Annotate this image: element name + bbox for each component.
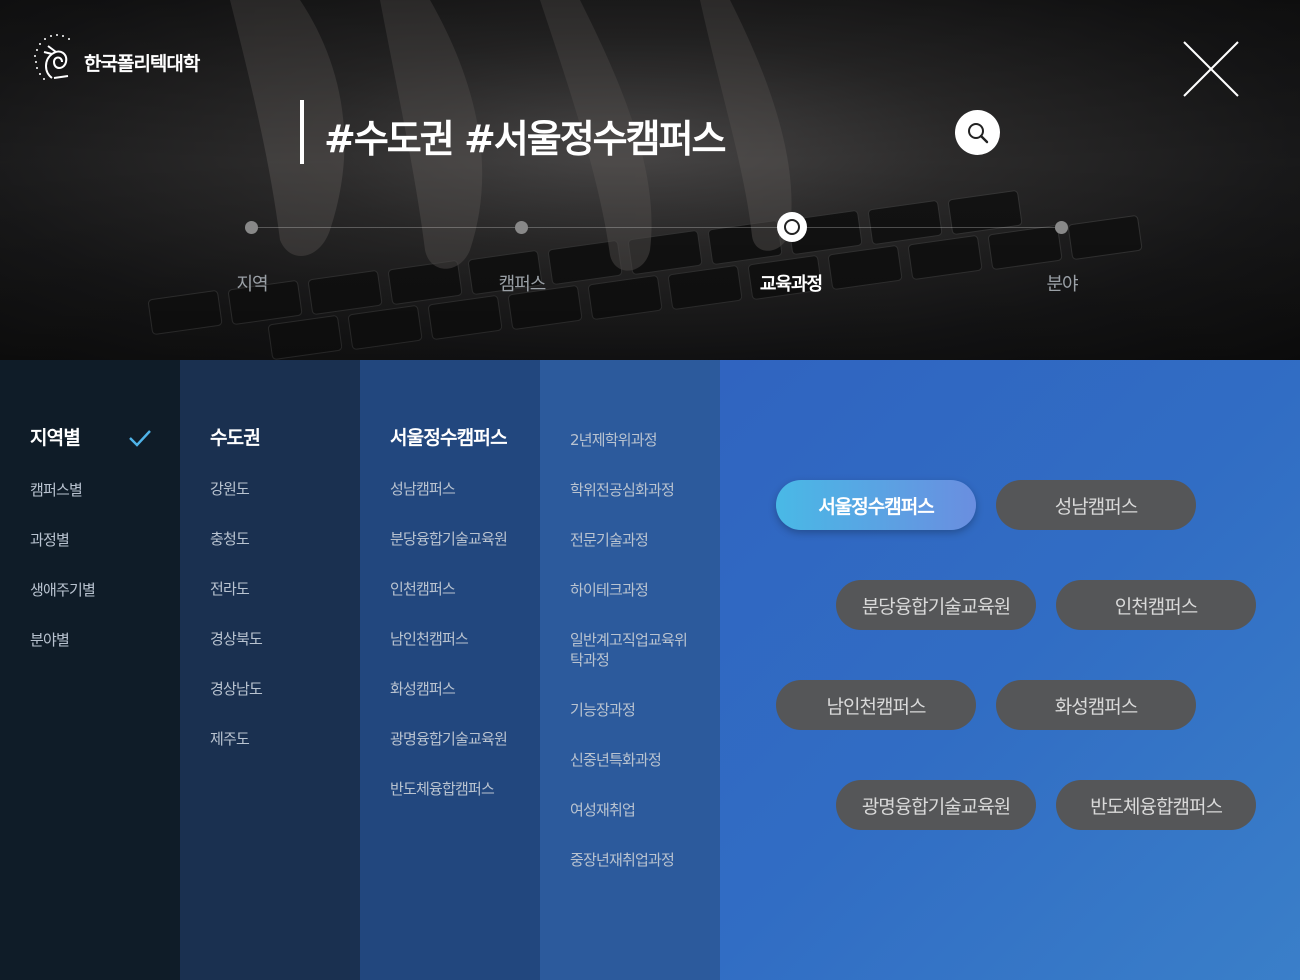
campus-chip[interactable]: 반도체융합캠퍼스 [1056,780,1256,830]
program-column: 2년제학위과정 학위전공심화과정 전문기술과정 하이테크과정 일반계고직업교육위… [540,360,720,980]
region-column: 수도권 강원도 충청도 전라도 경상북도 경상남도 제주도 [180,360,360,980]
search-bar[interactable]: #수도권 #서울정수캠퍼스 [300,100,1000,164]
campus-item[interactable]: 서울정수캠퍼스 [390,428,508,448]
campus-chip[interactable]: 광명융합기술교육원 [836,780,1036,830]
region-item[interactable]: 전라도 [210,579,262,599]
brand-logo[interactable]: 한국폴리텍대학 [30,32,200,84]
step-label-program[interactable]: 교육과정 [731,270,851,296]
category-item-program[interactable]: 과정별 [30,530,95,550]
program-item[interactable]: 기능장과정 [570,700,695,720]
search-query-text[interactable]: #수도권 #서울정수캠퍼스 [324,108,727,163]
region-item[interactable]: 제주도 [210,729,262,749]
category-item-region[interactable]: 지역별 [30,427,151,449]
campus-chip[interactable]: 성남캠퍼스 [996,480,1196,530]
campus-item[interactable]: 성남캠퍼스 [390,479,507,499]
campus-chip-active[interactable]: 서울정수캠퍼스 [776,480,976,530]
step-label-campus[interactable]: 캠퍼스 [462,270,582,296]
step-dot-program[interactable] [777,212,807,242]
campus-item[interactable]: 화성캠퍼스 [390,679,507,699]
campus-item[interactable]: 반도체융합캠퍼스 [390,779,507,799]
region-item[interactable]: 경상남도 [210,679,263,699]
category-item-lifecycle[interactable]: 생애주기별 [30,580,96,600]
step-dot-field[interactable] [1055,221,1068,234]
campus-item[interactable]: 남인천캠퍼스 [390,629,507,649]
brand-name: 한국폴리텍대학 [84,52,200,75]
step-progress-line [252,227,1062,228]
check-icon [129,430,151,447]
category-item-field[interactable]: 분야별 [30,630,95,650]
program-item[interactable]: 학위전공심화과정 [570,480,695,500]
campus-chip[interactable]: 화성캠퍼스 [996,680,1196,730]
step-label-field[interactable]: 분야 [1002,270,1122,296]
close-icon [1183,41,1239,97]
campus-chip-panel: 서울정수캠퍼스 성남캠퍼스 분당융합기술교육원 인천캠퍼스 남인천캠퍼스 화성캠… [720,360,1300,980]
campus-chip[interactable]: 남인천캠퍼스 [776,680,976,730]
program-item[interactable]: 2년제학위과정 [570,430,695,450]
step-dot-campus[interactable] [515,221,528,234]
program-item[interactable]: 전문기술과정 [570,530,695,550]
campus-chip[interactable]: 인천캠퍼스 [1056,580,1256,630]
program-item[interactable]: 중장년재취업과정 [570,850,695,870]
category-item-campus[interactable]: 캠퍼스별 [30,480,95,500]
program-item[interactable]: 하이테크과정 [570,580,695,600]
close-button[interactable] [1180,38,1242,100]
hero-banner: 한국폴리텍대학 #수도권 #서울정수캠퍼스 지역 캠퍼스 교육과정 분야 [0,0,1300,360]
program-item[interactable]: 여성재취업 [570,800,695,820]
region-item[interactable]: 수도권 [210,428,262,448]
campus-item[interactable]: 광명융합기술교육원 [390,729,508,749]
campus-chip[interactable]: 분당융합기술교육원 [836,580,1036,630]
search-button[interactable] [955,110,1000,155]
campus-item[interactable]: 인천캠퍼스 [390,579,507,599]
program-item[interactable]: 일반계고직업교육위탁과정 [570,630,695,670]
search-icon [967,122,988,143]
region-item[interactable]: 강원도 [210,479,262,499]
region-item[interactable]: 경상북도 [210,629,263,649]
category-label: 지역별 [30,427,81,449]
polytechnic-emblem-icon [34,34,70,80]
campus-item[interactable]: 분당융합기술교육원 [390,529,508,549]
step-label-region[interactable]: 지역 [192,270,312,296]
filter-category-column: 지역별 캠퍼스별 과정별 생애주기별 분야별 [0,360,180,980]
search-caret [300,100,304,164]
program-item[interactable]: 신중년특화과정 [570,750,695,770]
region-item[interactable]: 충청도 [210,529,262,549]
campus-column: 서울정수캠퍼스 성남캠퍼스 분당융합기술교육원 인천캠퍼스 남인천캠퍼스 화성캠… [360,360,540,980]
step-dot-region[interactable] [245,221,258,234]
